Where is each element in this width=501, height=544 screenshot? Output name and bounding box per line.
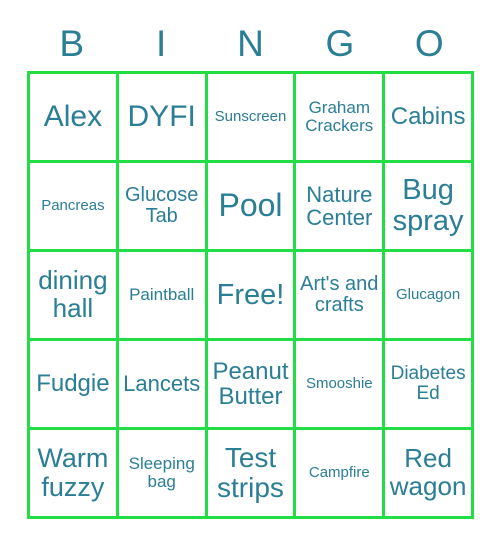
bingo-cell[interactable]: Pool bbox=[207, 163, 294, 249]
bingo-cell-label: Diabetes Ed bbox=[390, 362, 466, 404]
bingo-cell[interactable]: Pancreas bbox=[30, 163, 116, 249]
bingo-cell[interactable]: Alex bbox=[30, 74, 116, 160]
bingo-cell-free[interactable]: Free! bbox=[207, 252, 294, 338]
bingo-cell[interactable]: Fudgie bbox=[30, 341, 116, 427]
bingo-cell[interactable]: Paintball bbox=[118, 252, 205, 338]
bingo-cell[interactable]: Sunscreen bbox=[207, 74, 294, 160]
bingo-cell-label: Free! bbox=[216, 278, 285, 311]
bingo-cell[interactable]: Campfire bbox=[296, 430, 383, 516]
bingo-letter-i: I bbox=[155, 23, 167, 64]
bingo-cell[interactable]: Sleeping bag bbox=[118, 430, 205, 516]
bingo-cell-label: DYFI bbox=[127, 100, 196, 134]
bingo-cell-label: Bug spray bbox=[392, 174, 464, 237]
bingo-cell-label: Peanut Butter bbox=[212, 357, 289, 410]
bingo-cell[interactable]: DYFI bbox=[118, 74, 205, 160]
bingo-cell[interactable]: Warm fuzzy bbox=[30, 430, 116, 516]
bingo-card: B I N G O Alex DYFI Sunscreen Graham Cra… bbox=[0, 0, 501, 544]
bingo-cell-label: Alex bbox=[43, 100, 103, 134]
bingo-cell-label: Smooshie bbox=[305, 375, 373, 393]
bingo-cell-label: Cabins bbox=[390, 103, 466, 131]
bingo-header-letters: B I N G O bbox=[27, 16, 474, 71]
bingo-cell-label: Red wagon bbox=[389, 443, 467, 501]
bingo-letter-n: N bbox=[237, 23, 264, 64]
bingo-cell-label: Pancreas bbox=[41, 197, 105, 215]
bingo-cell-label: Nature Center bbox=[306, 181, 373, 230]
bingo-cell-label: Art's and crafts bbox=[300, 272, 379, 316]
bingo-cell[interactable]: Glucose Tab bbox=[118, 163, 205, 249]
bingo-letter-g: G bbox=[325, 23, 355, 64]
bingo-cell[interactable]: Smooshie bbox=[296, 341, 383, 427]
bingo-cell-label: Sleeping bag bbox=[128, 453, 195, 491]
bingo-cell[interactable]: Cabins bbox=[385, 74, 471, 160]
bingo-cell[interactable]: Test strips bbox=[207, 430, 294, 516]
bingo-cell[interactable]: Bug spray bbox=[385, 163, 471, 249]
bingo-cell-label: Test strips bbox=[217, 442, 284, 503]
bingo-cell-label: Campfire bbox=[308, 464, 370, 482]
bingo-cell[interactable]: Peanut Butter bbox=[207, 341, 294, 427]
bingo-cell-label: Graham Crackers bbox=[305, 97, 374, 135]
bingo-cell[interactable]: Nature Center bbox=[296, 163, 383, 249]
bingo-cell-label: Sunscreen bbox=[214, 108, 287, 126]
bingo-cell[interactable]: Art's and crafts bbox=[296, 252, 383, 338]
bingo-grid: Alex DYFI Sunscreen Graham Crackers Cabi… bbox=[27, 71, 474, 519]
bingo-cell[interactable]: dining hall bbox=[30, 252, 116, 338]
bingo-cell-label: dining hall bbox=[38, 265, 108, 323]
bingo-cell-label: Warm fuzzy bbox=[37, 443, 109, 502]
bingo-cell-label: Glucose Tab bbox=[125, 183, 199, 227]
bingo-cell-label: Lancets bbox=[123, 371, 201, 397]
bingo-cell-label: Paintball bbox=[129, 284, 195, 304]
bingo-cell[interactable]: Red wagon bbox=[385, 430, 471, 516]
bingo-cell[interactable]: Lancets bbox=[118, 341, 205, 427]
bingo-cell-label: Pool bbox=[218, 187, 283, 224]
bingo-cell[interactable]: Graham Crackers bbox=[296, 74, 383, 160]
bingo-letter-o: O bbox=[414, 23, 444, 64]
bingo-cell-label: Glucagon bbox=[395, 286, 461, 304]
bingo-cell[interactable]: Diabetes Ed bbox=[385, 341, 471, 427]
bingo-cell-label: Fudgie bbox=[36, 370, 110, 398]
bingo-cell[interactable]: Glucagon bbox=[385, 252, 471, 338]
bingo-letter-b: B bbox=[59, 23, 85, 64]
